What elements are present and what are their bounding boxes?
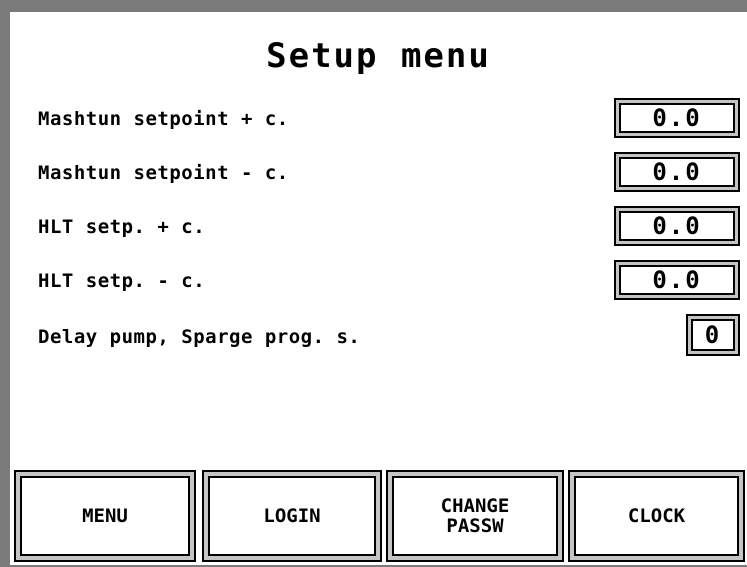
setting-label-mashtun-minus: Mashtun setpoint - c. — [38, 162, 289, 184]
setting-value-hlt-minus: 0.0 — [619, 265, 735, 295]
setting-label-hlt-minus: HLT setp. - c. — [38, 270, 206, 292]
change-password-button[interactable]: CHANGE PASSW — [386, 470, 564, 562]
setting-value-delay-pump: 0 — [691, 319, 735, 351]
change-password-button-label: CHANGE PASSW — [392, 476, 558, 556]
clock-button-label: CLOCK — [574, 476, 739, 556]
hmi-screen: Setup menu Mashtun setpoint + c. 0.0 Mas… — [10, 12, 747, 565]
setting-input-hlt-minus[interactable]: 0.0 — [614, 260, 740, 300]
setting-label-mashtun-plus: Mashtun setpoint + c. — [38, 108, 289, 130]
clock-button[interactable]: CLOCK — [568, 470, 745, 562]
page-title: Setup menu — [266, 36, 491, 76]
setting-label-delay-pump: Delay pump, Sparge prog. s. — [38, 326, 361, 348]
setting-input-hlt-plus[interactable]: 0.0 — [614, 206, 740, 246]
setting-input-mashtun-plus[interactable]: 0.0 — [614, 98, 740, 138]
setting-label-hlt-plus: HLT setp. + c. — [38, 216, 206, 238]
setting-value-mashtun-minus: 0.0 — [619, 157, 735, 187]
menu-button[interactable]: MENU — [14, 470, 196, 562]
setting-input-mashtun-minus[interactable]: 0.0 — [614, 152, 740, 192]
login-button-label: LOGIN — [208, 476, 376, 556]
setting-value-mashtun-plus: 0.0 — [619, 103, 735, 133]
menu-button-label: MENU — [20, 476, 190, 556]
setting-value-hlt-plus: 0.0 — [619, 211, 735, 241]
login-button[interactable]: LOGIN — [202, 470, 382, 562]
hmi-frame: Setup menu Mashtun setpoint + c. 0.0 Mas… — [0, 0, 747, 567]
setting-input-delay-pump[interactable]: 0 — [686, 314, 740, 356]
